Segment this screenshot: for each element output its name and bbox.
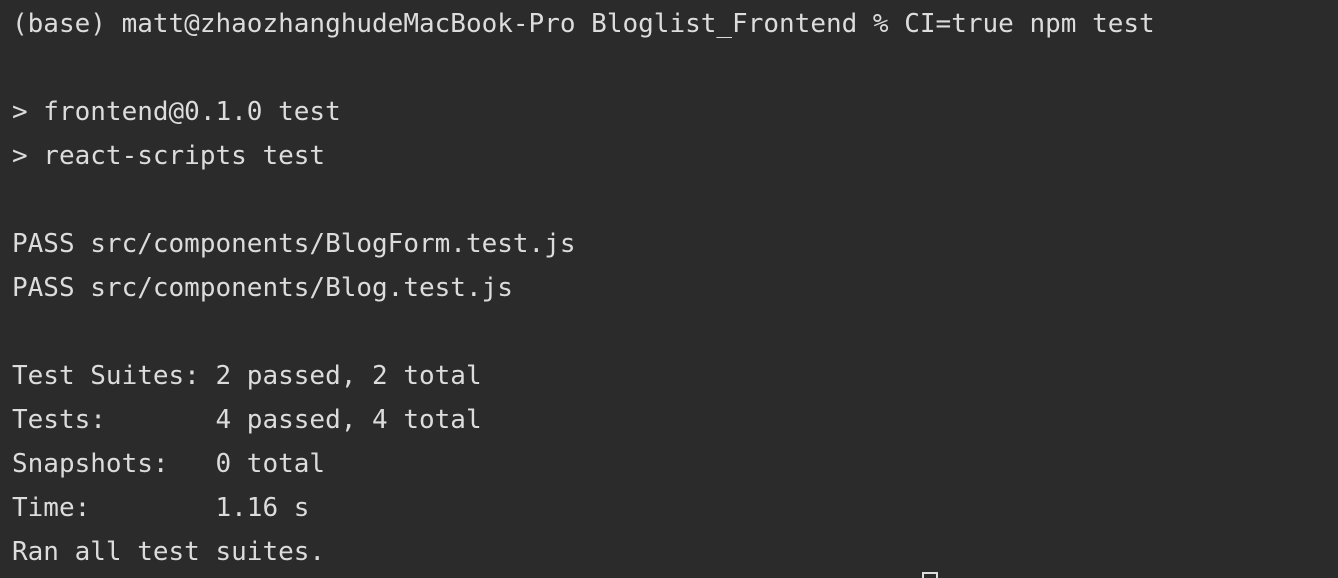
summary-snapshots: Snapshots: 0 total: [12, 449, 326, 479]
npm-script-line: > frontend@0.1.0 test: [12, 97, 341, 127]
summary-ran-all: Ran all test suites.: [12, 537, 326, 567]
summary-test-suites: Test Suites: 2 passed, 2 total: [12, 361, 482, 391]
summary-time: Time: 1.16 s: [12, 493, 310, 523]
test-result-blog: PASS src/components/Blog.test.js: [12, 273, 513, 303]
command-prompt-line: (base) matt@zhaozhanghudeMacBook-Pro Blo…: [12, 9, 1155, 39]
summary-tests: Tests: 4 passed, 4 total: [12, 405, 482, 435]
terminal-cursor: [922, 572, 938, 578]
test-result-blogform: PASS src/components/BlogForm.test.js: [12, 229, 576, 259]
npm-script-command-line: > react-scripts test: [12, 141, 326, 171]
terminal-window[interactable]: (base) matt@zhaozhanghudeMacBook-Pro Blo…: [0, 0, 1338, 578]
